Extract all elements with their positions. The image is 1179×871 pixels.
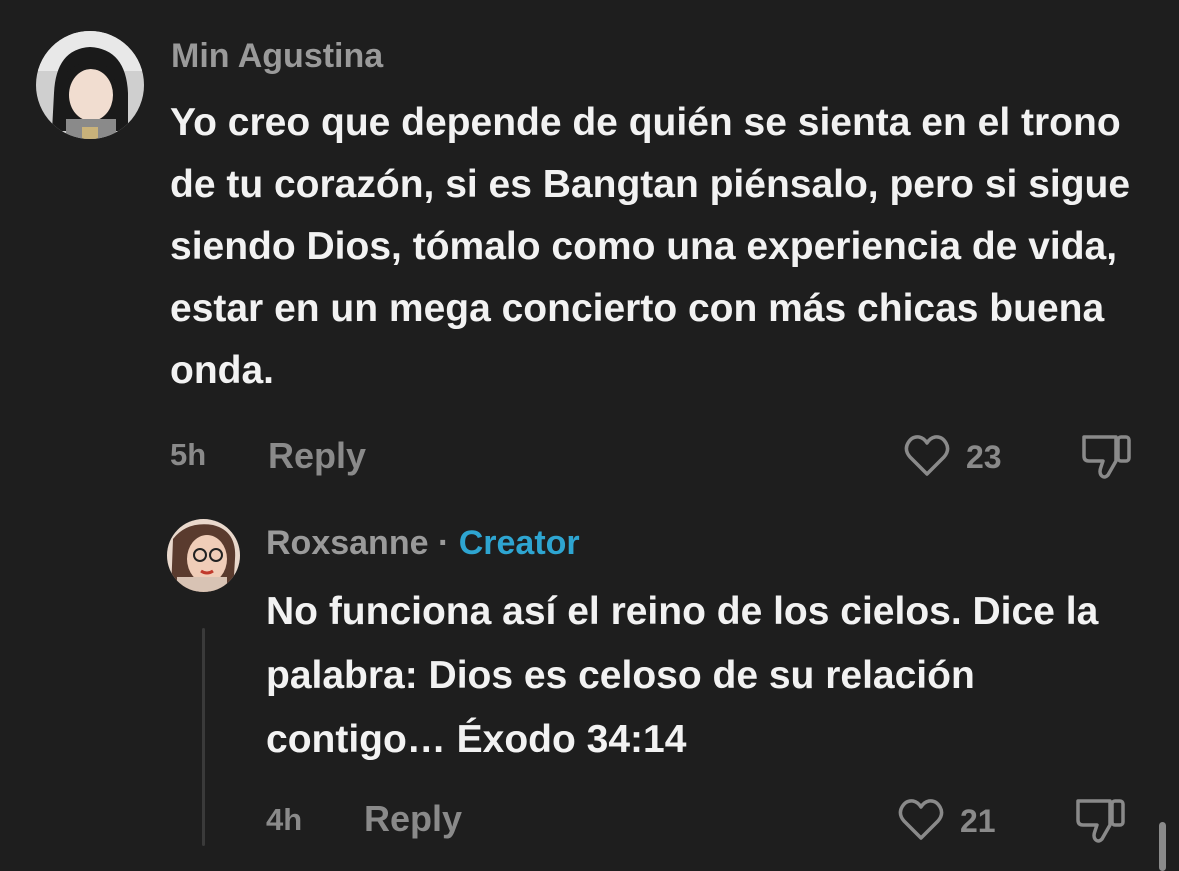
reply-dislike-button[interactable] — [1074, 795, 1128, 847]
reply-username-row: Roxsanne · Creator — [266, 524, 580, 563]
reply-button[interactable]: Reply — [268, 435, 366, 477]
creator-badge: Creator — [458, 524, 580, 562]
reply-text: No funciona así el reino de los cielos. … — [266, 590, 1099, 761]
avatar-image — [167, 519, 240, 592]
heart-outline-icon — [898, 799, 944, 840]
reply-timestamp: 4h — [266, 802, 303, 837]
thumbs-down-outline-icon — [1076, 799, 1125, 843]
commenter-avatar[interactable] — [36, 31, 144, 139]
dislike-button[interactable] — [1080, 431, 1134, 483]
separator-dot: · — [437, 524, 450, 562]
reply-like-button[interactable] — [896, 796, 946, 844]
avatar-image — [36, 31, 144, 139]
comment-timestamp: 5h — [170, 437, 207, 472]
comments-panel: Min Agustina Yo creo que depende de quié… — [0, 0, 1179, 871]
thread-line — [202, 628, 205, 846]
commenter-username[interactable]: Min Agustina — [171, 37, 383, 76]
reply-reply-button[interactable]: Reply — [364, 798, 462, 840]
thumbs-down-outline-icon — [1082, 435, 1131, 479]
reply-avatar[interactable] — [167, 519, 240, 592]
like-button[interactable] — [902, 432, 952, 480]
reply-like-count: 21 — [960, 803, 996, 839]
comment-text: Yo creo que depende de quién se sienta e… — [170, 101, 1131, 392]
like-count: 23 — [966, 439, 1002, 475]
reply-username[interactable]: Roxsanne — [266, 524, 429, 562]
scrollbar[interactable] — [1159, 822, 1166, 871]
heart-outline-icon — [904, 435, 950, 476]
